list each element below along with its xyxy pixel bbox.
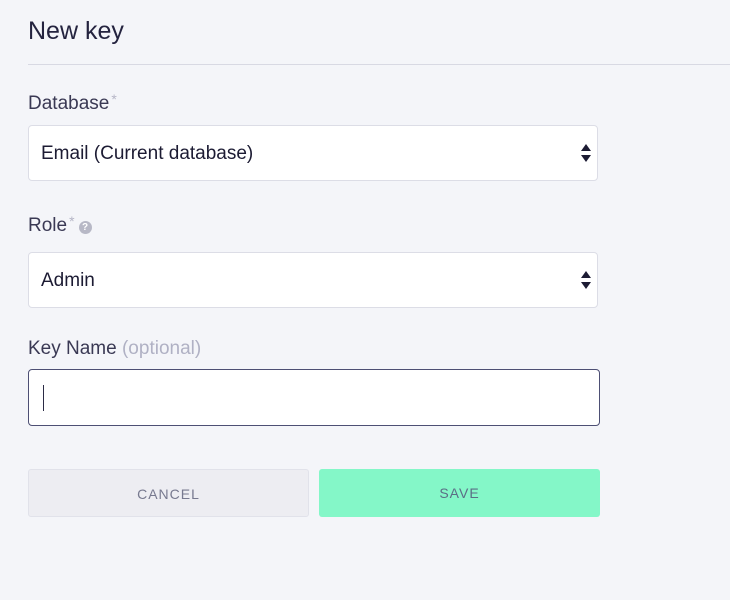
role-select-value: Admin <box>41 270 95 291</box>
select-arrows-icon <box>581 271 591 289</box>
database-label-text: Database <box>28 93 110 114</box>
title-divider <box>28 64 730 65</box>
new-key-panel: New key Database * Email (Current databas… <box>0 0 730 600</box>
key-name-label: Key Name (optional) <box>28 338 201 360</box>
database-select-value: Email (Current database) <box>41 143 254 164</box>
save-button[interactable]: SAVE <box>319 469 600 517</box>
role-label: Role *? <box>28 213 92 237</box>
required-asterisk: * <box>111 91 117 107</box>
required-asterisk: * <box>69 213 75 229</box>
key-name-label-text: Key Name <box>28 338 117 359</box>
database-select[interactable]: Email (Current database) <box>28 125 598 181</box>
help-icon[interactable]: ? <box>78 221 92 234</box>
optional-hint: (optional) <box>121 338 202 359</box>
select-arrows-icon <box>581 144 591 162</box>
role-label-text: Role <box>28 215 68 236</box>
cancel-button[interactable]: CANCEL <box>28 469 309 517</box>
role-select[interactable]: Admin <box>28 252 598 308</box>
page-title: New key <box>28 17 124 45</box>
database-label: Database * <box>28 91 117 115</box>
text-cursor <box>43 385 44 411</box>
key-name-input[interactable] <box>28 369 600 426</box>
